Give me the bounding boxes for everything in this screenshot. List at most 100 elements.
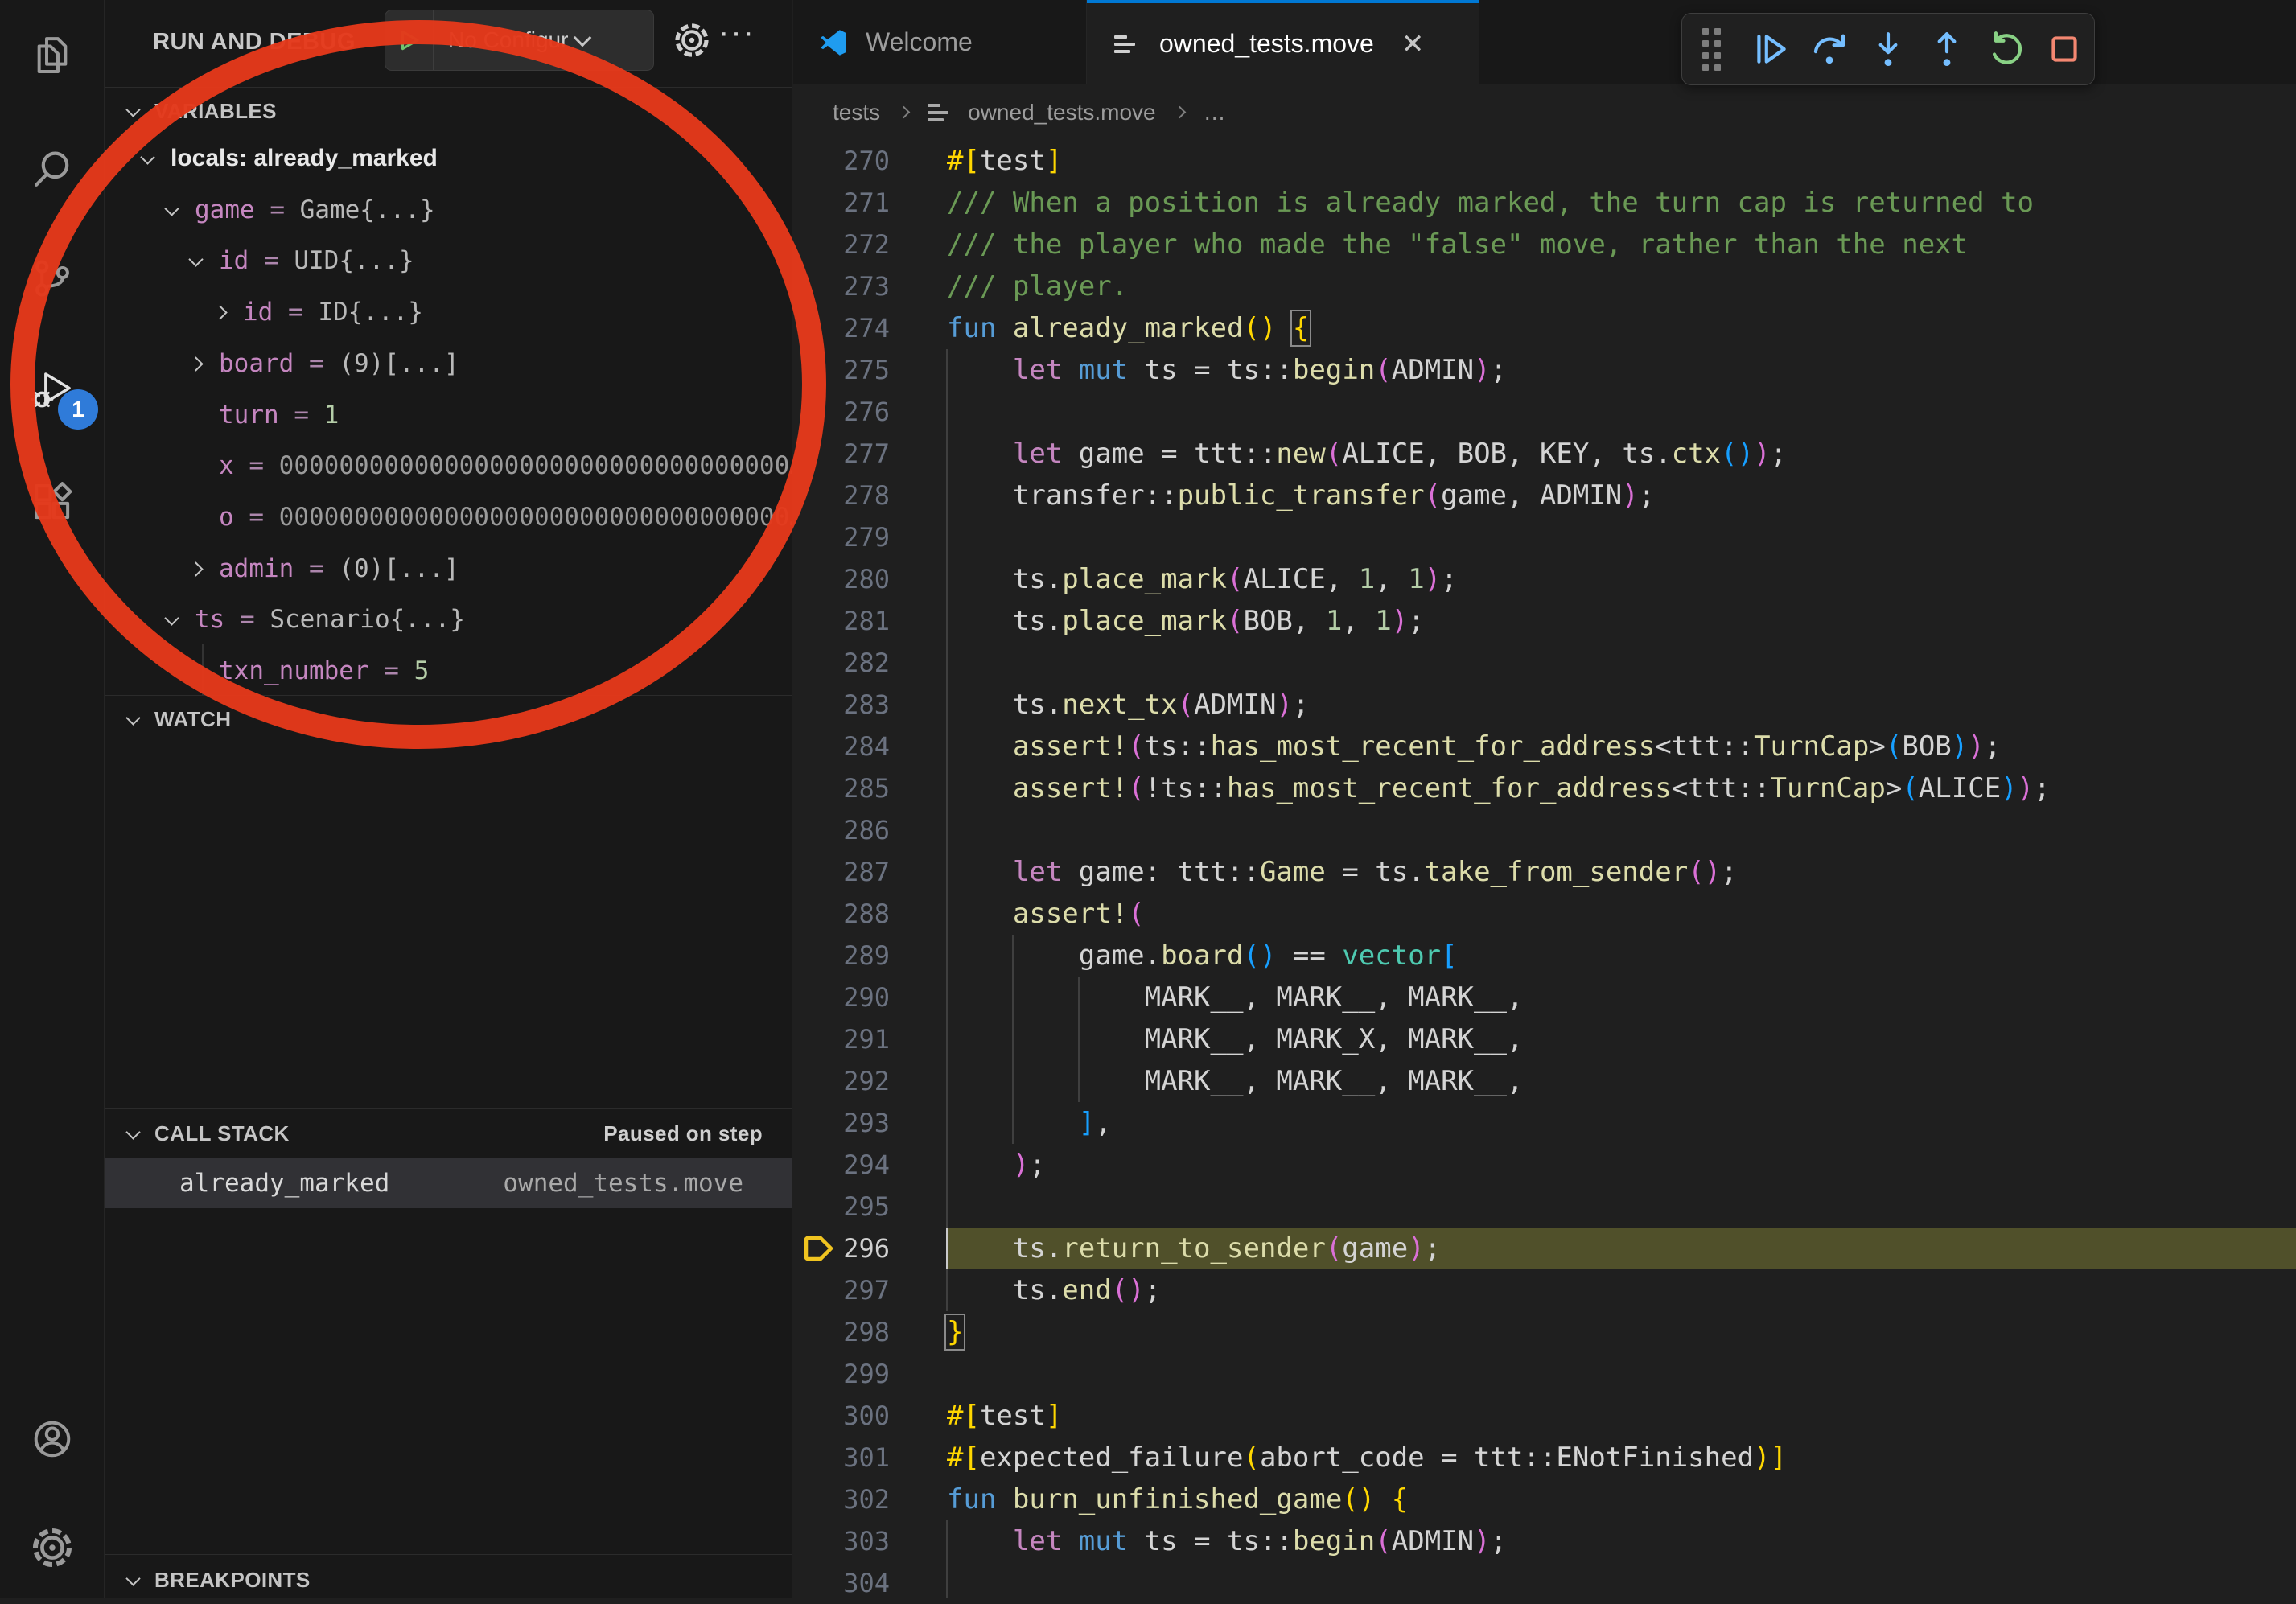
code-line[interactable]: 293 ],	[793, 1102, 2296, 1144]
line-number[interactable]: 291	[793, 1018, 890, 1060]
line-number[interactable]: 285	[793, 767, 890, 809]
line-number[interactable]: 298	[793, 1311, 890, 1353]
line-number[interactable]: 270	[793, 140, 890, 182]
variable-row[interactable]: turn = 1	[105, 390, 792, 440]
variable-row[interactable]: o = 0000000000000000000000000000000000…	[105, 492, 792, 542]
line-number[interactable]: 279	[793, 516, 890, 558]
code-line[interactable]: 281 ts.place_mark(BOB, 1, 1);	[793, 600, 2296, 642]
code-line[interactable]: 294 );	[793, 1144, 2296, 1186]
variable-row[interactable]: game = Game{...}	[105, 185, 792, 235]
code-line[interactable]: 285 assert!(!ts::has_most_recent_for_add…	[793, 767, 2296, 809]
code-line[interactable]: 272/// the player who made the "false" m…	[793, 224, 2296, 265]
code-line[interactable]: 290 MARK__, MARK__, MARK__,	[793, 977, 2296, 1018]
line-number[interactable]: 274	[793, 307, 890, 349]
line-number[interactable]: 272	[793, 224, 890, 265]
toolbar-drag-handle[interactable]	[1689, 27, 1734, 72]
code-line[interactable]: 292 MARK__, MARK__, MARK__,	[793, 1060, 2296, 1102]
code-line[interactable]: 282	[793, 642, 2296, 684]
line-number[interactable]: 299	[793, 1353, 890, 1395]
code-line[interactable]: 289 game.board() == vector[	[793, 935, 2296, 977]
line-number[interactable]: 277	[793, 433, 890, 475]
more-actions-icon[interactable]: ···	[718, 14, 755, 51]
line-number[interactable]: 281	[793, 600, 890, 642]
line-number[interactable]: 297	[793, 1269, 890, 1311]
code-line[interactable]: 278 transfer::public_transfer(game, ADMI…	[793, 475, 2296, 516]
step-into-icon[interactable]	[1866, 27, 1911, 72]
line-number[interactable]: 271	[793, 182, 890, 224]
line-number[interactable]: 301	[793, 1437, 890, 1479]
code-line[interactable]: 297 ts.end();	[793, 1269, 2296, 1311]
code-line[interactable]: 298}	[793, 1311, 2296, 1353]
breadcrumb-file[interactable]: owned_tests.move	[968, 100, 1155, 125]
variable-row[interactable]: board = (9)[...]	[105, 339, 792, 389]
line-number[interactable]: 294	[793, 1144, 890, 1186]
line-number[interactable]: 293	[793, 1102, 890, 1144]
code-line[interactable]: 287 let game: ttt::Game = ts.take_from_s…	[793, 851, 2296, 893]
settings-gear-icon[interactable]	[30, 1525, 75, 1570]
code-line[interactable]: 270#[test]	[793, 140, 2296, 182]
debug-config-dropdown[interactable]: No Configur	[385, 10, 654, 71]
close-icon[interactable]: ✕	[1401, 28, 1425, 60]
variable-row[interactable]: ts = Scenario{...}	[105, 594, 792, 644]
code-line[interactable]: 277 let game = ttt::new(ALICE, BOB, KEY,…	[793, 433, 2296, 475]
extensions-icon[interactable]	[30, 479, 75, 524]
breadcrumb-folder[interactable]: tests	[833, 100, 880, 125]
line-number[interactable]: 275	[793, 349, 890, 391]
variable-row[interactable]: x = 0000000000000000000000000000000000…	[105, 441, 792, 491]
code-line[interactable]: 275 let mut ts = ts::begin(ADMIN);	[793, 349, 2296, 391]
code-line[interactable]: 299	[793, 1353, 2296, 1395]
tab-owned-tests-move[interactable]: owned_tests.move ✕	[1087, 0, 1479, 84]
code-line[interactable]: 271/// When a position is already marked…	[793, 182, 2296, 224]
code-line[interactable]: 273/// player.	[793, 265, 2296, 307]
line-number[interactable]: 287	[793, 851, 890, 893]
tree-chevron-icon[interactable]	[188, 356, 203, 371]
step-over-icon[interactable]	[1807, 27, 1852, 72]
line-number[interactable]: 288	[793, 893, 890, 935]
code-line[interactable]: 276	[793, 391, 2296, 433]
continue-icon[interactable]	[1748, 27, 1793, 72]
code-line[interactable]: 303 let mut ts = ts::begin(ADMIN);	[793, 1520, 2296, 1562]
code-line[interactable]: 295	[793, 1186, 2296, 1228]
tree-chevron-icon[interactable]	[188, 252, 203, 266]
search-icon[interactable]	[30, 146, 75, 191]
stop-icon[interactable]	[2042, 27, 2087, 72]
variables-section-header[interactable]: VARIABLES	[105, 88, 792, 134]
line-number[interactable]: 302	[793, 1479, 890, 1520]
current-frame-marker-icon[interactable]	[804, 1233, 837, 1264]
code-line[interactable]: 291 MARK__, MARK_X, MARK__,	[793, 1018, 2296, 1060]
line-number[interactable]: 303	[793, 1520, 890, 1562]
line-number[interactable]: 300	[793, 1395, 890, 1437]
tree-chevron-icon[interactable]	[140, 150, 154, 164]
code-line[interactable]: 296 ts.return_to_sender(game);	[793, 1228, 2296, 1269]
account-icon[interactable]	[30, 1417, 75, 1462]
code-line[interactable]: 301#[expected_failure(abort_code = ttt::…	[793, 1437, 2296, 1479]
line-number[interactable]: 295	[793, 1186, 890, 1228]
variable-row[interactable]: locals: already_marked	[105, 134, 792, 183]
restart-icon[interactable]	[1983, 27, 2028, 72]
line-number[interactable]: 278	[793, 475, 890, 516]
watch-section-header[interactable]: WATCH	[105, 697, 792, 742]
code-line[interactable]: 284 assert!(ts::has_most_recent_for_addr…	[793, 726, 2296, 767]
line-number[interactable]: 289	[793, 935, 890, 977]
line-number[interactable]: 276	[793, 391, 890, 433]
source-control-icon[interactable]	[30, 256, 75, 301]
tree-chevron-icon[interactable]	[164, 201, 179, 216]
line-number[interactable]: 283	[793, 684, 890, 726]
code-line[interactable]: 274fun already_marked() {	[793, 307, 2296, 349]
variable-row[interactable]: id = ID{...}	[105, 287, 792, 337]
code-line[interactable]: 302fun burn_unfinished_game() {	[793, 1479, 2296, 1520]
explorer-icon[interactable]	[30, 32, 75, 77]
step-out-icon[interactable]	[1924, 27, 1969, 72]
code-area[interactable]: 270#[test]271/// When a position is alre…	[793, 140, 2296, 1604]
code-line[interactable]: 286	[793, 809, 2296, 851]
code-line[interactable]: 280 ts.place_mark(ALICE, 1, 1);	[793, 558, 2296, 600]
tree-chevron-icon[interactable]	[188, 561, 203, 576]
start-debugging-icon[interactable]	[385, 10, 434, 70]
line-number[interactable]: 273	[793, 265, 890, 307]
code-line[interactable]: 304	[793, 1562, 2296, 1604]
tree-chevron-icon[interactable]	[164, 611, 179, 625]
call-stack-frame-row[interactable]: already_marked owned_tests.move	[105, 1158, 792, 1208]
line-number[interactable]: 286	[793, 809, 890, 851]
debug-settings-gear-icon[interactable]	[673, 21, 711, 60]
breakpoints-section-header[interactable]: BREAKPOINTS	[105, 1557, 792, 1598]
